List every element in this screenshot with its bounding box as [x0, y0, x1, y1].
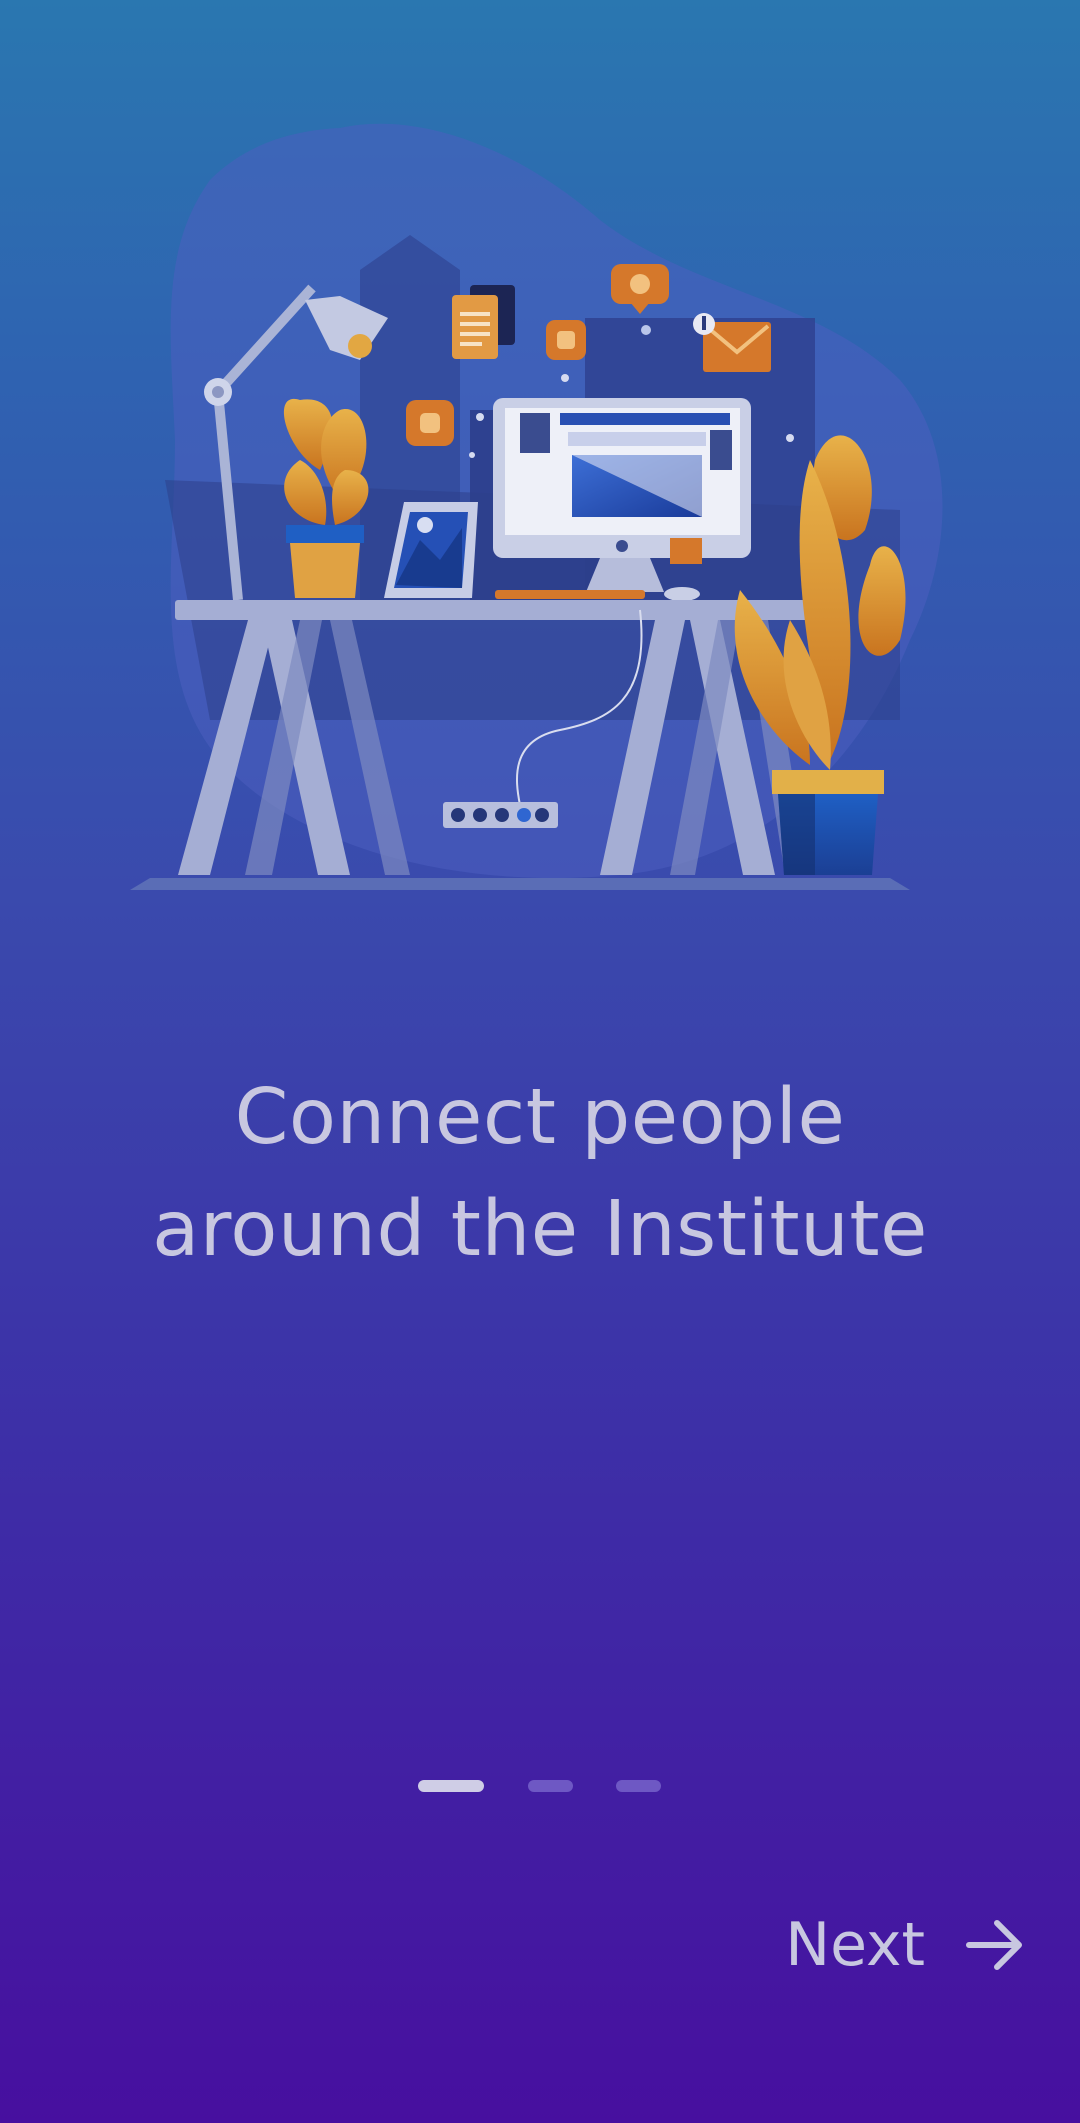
onboarding-screen: Connect people around the Institute Next — [0, 0, 1080, 2123]
keyboard — [495, 590, 645, 599]
page-dot-1[interactable] — [418, 1780, 484, 1792]
power-strip — [443, 802, 558, 828]
headline-line-2: around the Institute — [152, 1184, 928, 1274]
onboarding-headline: Connect people around the Institute — [0, 1062, 1080, 1286]
page-dot-3[interactable] — [616, 1780, 661, 1792]
notification-bubble-icon — [546, 320, 586, 360]
next-button[interactable]: Next — [785, 1905, 1025, 1985]
headline-line-1: Connect people — [234, 1072, 846, 1162]
page-dot-2[interactable] — [528, 1780, 573, 1792]
mouse — [664, 587, 700, 601]
next-label: Next — [785, 1910, 925, 1980]
page-indicator — [0, 1780, 1080, 1794]
workspace-desk-illustration — [130, 123, 943, 890]
chat-bubble-icon — [406, 400, 454, 446]
arrow-right-icon — [966, 1920, 1022, 1970]
